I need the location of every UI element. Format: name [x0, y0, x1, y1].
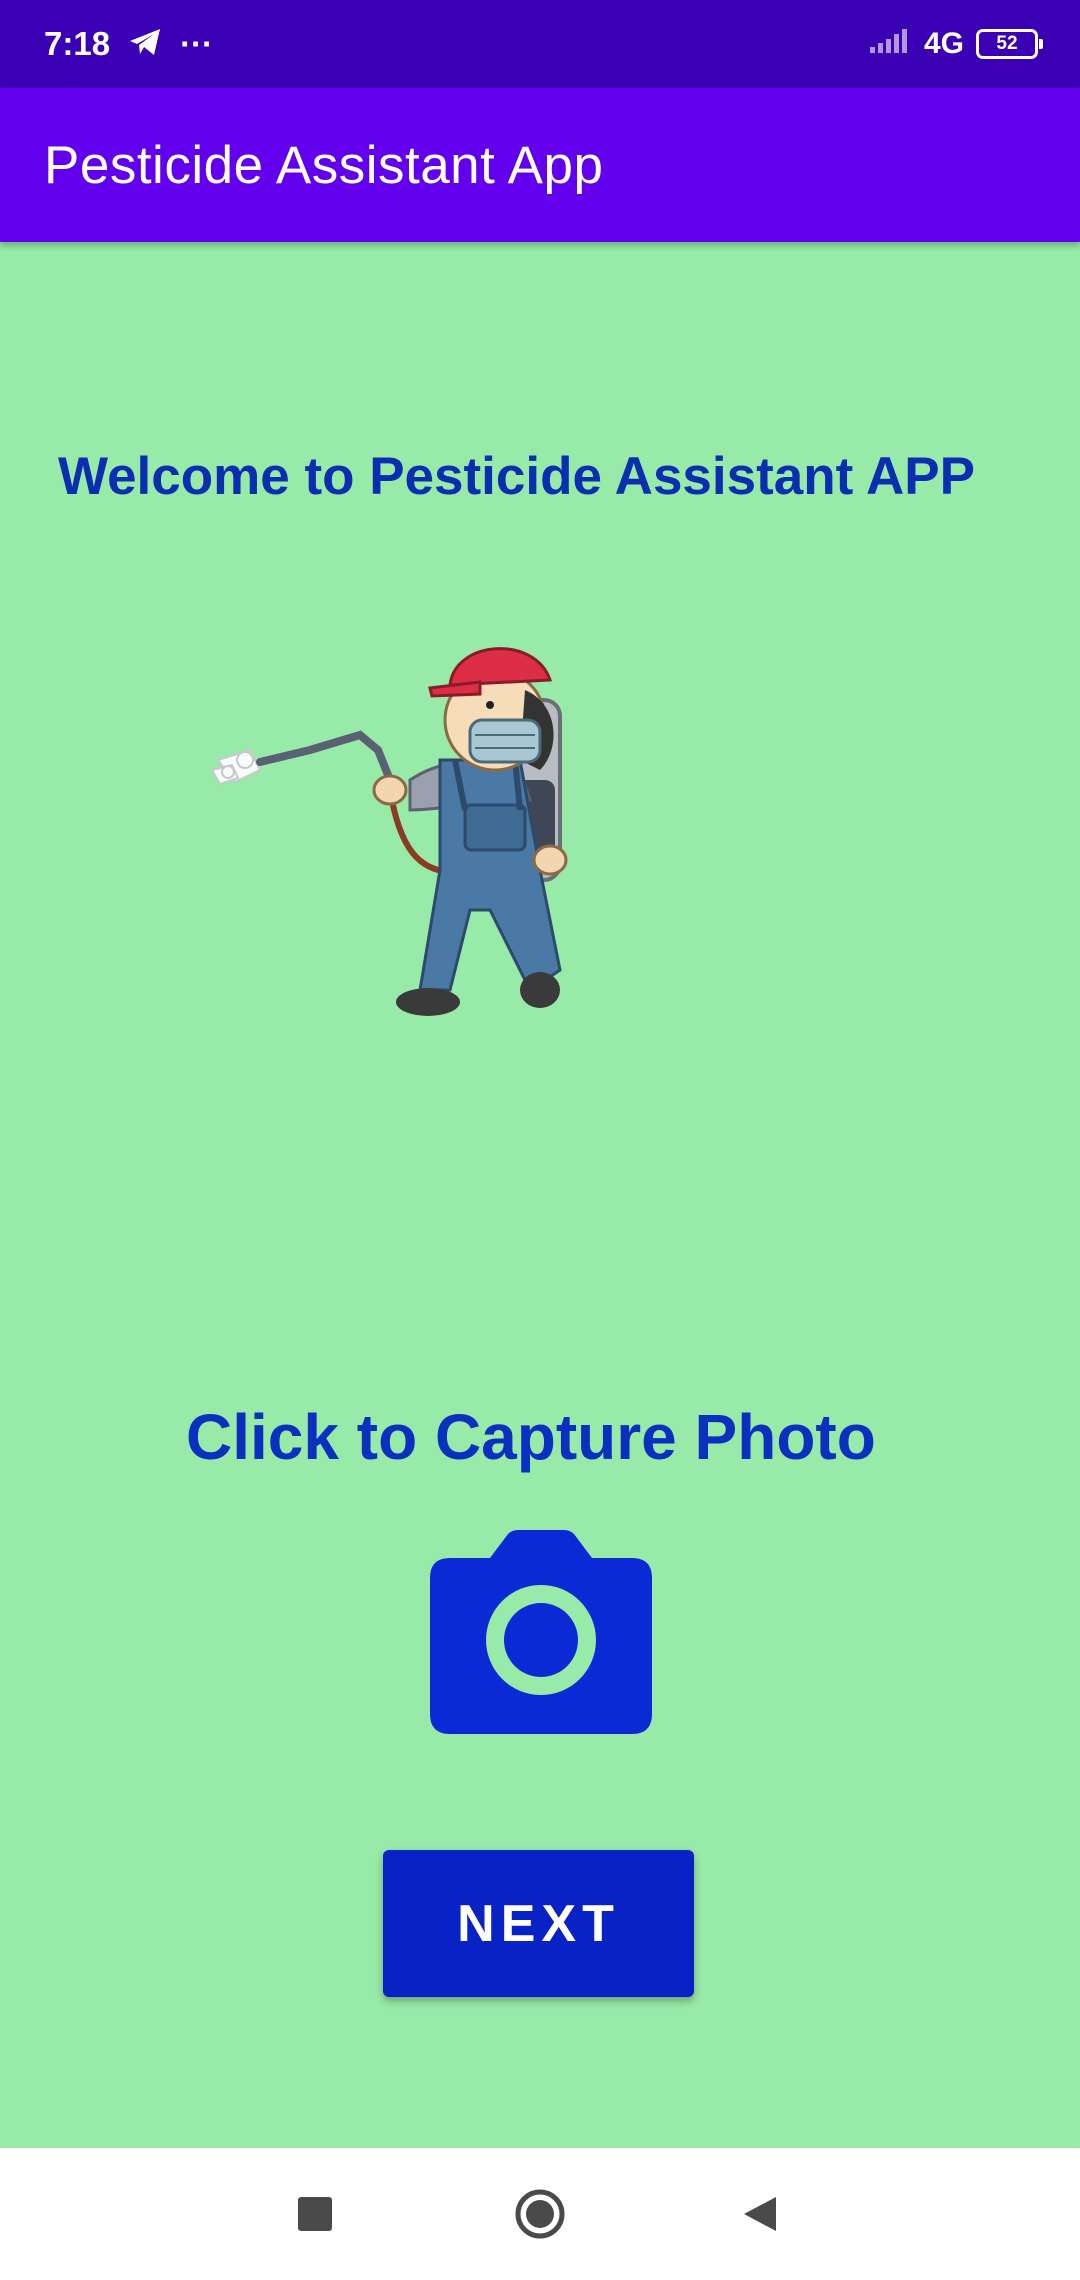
- welcome-text: Welcome to Pesticide Assistant APP: [58, 447, 975, 506]
- recents-icon[interactable]: [255, 2148, 375, 2280]
- navigation-bar: [0, 2148, 1080, 2280]
- status-bar: 7:18 ··· 4G 52: [0, 0, 1080, 88]
- status-left: 7:18 ···: [44, 25, 213, 63]
- network-type: 4G: [923, 27, 964, 60]
- home-icon[interactable]: [480, 2148, 600, 2280]
- status-right: 4G 52: [868, 27, 1043, 62]
- battery-icon: 52: [976, 29, 1043, 59]
- farmer-spraying-pesticide-illustration: [120, 610, 700, 1070]
- next-button[interactable]: NEXT: [383, 1850, 694, 1997]
- telegram-icon: [128, 27, 162, 62]
- more-notifications-indicator: ···: [180, 25, 214, 62]
- capture-photo-label: Click to Capture Photo: [186, 1401, 876, 1473]
- camera-icon: [430, 1530, 652, 1734]
- page-title: Pesticide Assistant App: [44, 135, 604, 195]
- back-icon[interactable]: [700, 2148, 820, 2280]
- capture-photo-button[interactable]: [430, 1530, 652, 1734]
- status-time: 7:18: [44, 25, 111, 62]
- signal-icon: [868, 27, 912, 62]
- app-bar: Pesticide Assistant App: [0, 88, 1080, 242]
